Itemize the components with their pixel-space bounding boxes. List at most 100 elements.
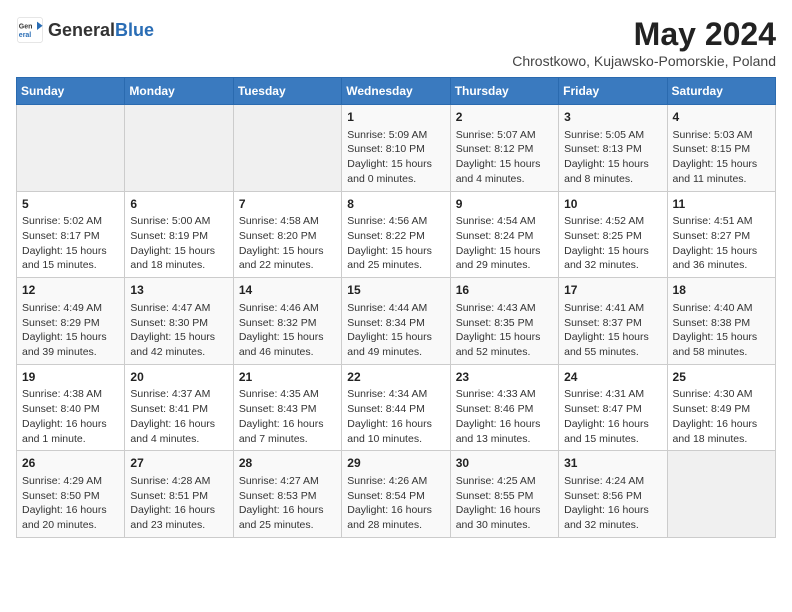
calendar-cell: 10Sunrise: 4:52 AM Sunset: 8:25 PM Dayli… xyxy=(559,191,667,278)
day-number: 8 xyxy=(347,196,444,213)
calendar-cell: 9Sunrise: 4:54 AM Sunset: 8:24 PM Daylig… xyxy=(450,191,558,278)
day-info: Sunrise: 4:35 AM Sunset: 8:43 PM Dayligh… xyxy=(239,387,336,446)
calendar-cell: 8Sunrise: 4:56 AM Sunset: 8:22 PM Daylig… xyxy=(342,191,450,278)
day-number: 2 xyxy=(456,109,553,126)
calendar-cell: 26 Sunrise: 4:29 AM Sunset: 8:50 PM Dayli… xyxy=(17,451,125,538)
calendar-cell: 16 Sunrise: 4:43 AM Sunset: 8:35 PM Dayli… xyxy=(450,278,558,365)
day-header-thursday: Thursday xyxy=(450,78,558,105)
svg-text:Gen: Gen xyxy=(19,24,33,31)
calendar-cell: 13 Sunrise: 4:47 AM Sunset: 8:30 PM Dayli… xyxy=(125,278,233,365)
week-row-3: 12Sunrise: 4:49 AM Sunset: 8:29 PM Dayli… xyxy=(17,278,776,365)
calendar-cell: 15 Sunrise: 4:44 AM Sunset: 8:34 PM Dayli… xyxy=(342,278,450,365)
day-info: Sunrise: 5:00 AM Sunset: 8:19 PM Dayligh… xyxy=(130,214,227,273)
day-number: 29 xyxy=(347,455,444,472)
day-number: 17 xyxy=(564,282,661,299)
calendar-cell: 6Sunrise: 5:00 AM Sunset: 8:19 PM Daylig… xyxy=(125,191,233,278)
day-info: Sunrise: 4:30 AM Sunset: 8:49 PM Dayligh… xyxy=(673,387,770,446)
day-number: 18 xyxy=(673,282,770,299)
week-row-5: 26 Sunrise: 4:29 AM Sunset: 8:50 PM Dayli… xyxy=(17,451,776,538)
day-header-wednesday: Wednesday xyxy=(342,78,450,105)
logo-blue: Blue xyxy=(115,20,154,40)
day-number: 9 xyxy=(456,196,553,213)
day-info: Sunrise: 4:29 AM Sunset: 8:50 PM Dayligh… xyxy=(22,474,119,533)
day-info: Sunrise: 5:02 AM Sunset: 8:17 PM Dayligh… xyxy=(22,214,119,273)
day-info: Sunrise: 4:24 AM Sunset: 8:56 PM Dayligh… xyxy=(564,474,661,533)
calendar-cell: 22Sunrise: 4:34 AM Sunset: 8:44 PM Dayli… xyxy=(342,364,450,451)
week-row-1: 1 Sunrise: 5:09 AM Sunset: 8:10 PM Daylig… xyxy=(17,105,776,192)
day-info: Sunrise: 4:33 AM Sunset: 8:46 PM Dayligh… xyxy=(456,387,553,446)
day-number: 1 xyxy=(347,109,444,126)
logo: Gen eral GeneralBlue xyxy=(16,16,154,44)
svg-text:eral: eral xyxy=(19,32,32,39)
day-info: Sunrise: 4:54 AM Sunset: 8:24 PM Dayligh… xyxy=(456,214,553,273)
calendar-table: SundayMondayTuesdayWednesdayThursdayFrid… xyxy=(16,77,776,538)
day-number: 25 xyxy=(673,369,770,386)
day-number: 20 xyxy=(130,369,227,386)
day-header-saturday: Saturday xyxy=(667,78,775,105)
calendar-cell: 18 Sunrise: 4:40 AM Sunset: 8:38 PM Dayli… xyxy=(667,278,775,365)
day-info: Sunrise: 4:47 AM Sunset: 8:30 PM Dayligh… xyxy=(130,301,227,360)
day-info: Sunrise: 4:43 AM Sunset: 8:35 PM Dayligh… xyxy=(456,301,553,360)
day-number: 12 xyxy=(22,282,119,299)
title-block: May 2024 Chrostkowo, Kujawsko-Pomorskie,… xyxy=(512,16,776,69)
day-number: 27 xyxy=(130,455,227,472)
calendar-cell: 28Sunrise: 4:27 AM Sunset: 8:53 PM Dayli… xyxy=(233,451,341,538)
day-number: 3 xyxy=(564,109,661,126)
day-number: 22 xyxy=(347,369,444,386)
day-info: Sunrise: 4:28 AM Sunset: 8:51 PM Dayligh… xyxy=(130,474,227,533)
calendar-cell: 27 Sunrise: 4:28 AM Sunset: 8:51 PM Dayli… xyxy=(125,451,233,538)
calendar-cell: 11Sunrise: 4:51 AM Sunset: 8:27 PM Dayli… xyxy=(667,191,775,278)
day-info: Sunrise: 4:31 AM Sunset: 8:47 PM Dayligh… xyxy=(564,387,661,446)
calendar-cell: 2Sunrise: 5:07 AM Sunset: 8:12 PM Daylig… xyxy=(450,105,558,192)
calendar-cell: 25Sunrise: 4:30 AM Sunset: 8:49 PM Dayli… xyxy=(667,364,775,451)
calendar-cell: 24Sunrise: 4:31 AM Sunset: 8:47 PM Dayli… xyxy=(559,364,667,451)
calendar-cell: 29 Sunrise: 4:26 AM Sunset: 8:54 PM Dayli… xyxy=(342,451,450,538)
day-info: Sunrise: 5:05 AM Sunset: 8:13 PM Dayligh… xyxy=(564,128,661,187)
calendar-cell: 1 Sunrise: 5:09 AM Sunset: 8:10 PM Daylig… xyxy=(342,105,450,192)
day-info: Sunrise: 4:58 AM Sunset: 8:20 PM Dayligh… xyxy=(239,214,336,273)
week-row-4: 19Sunrise: 4:38 AM Sunset: 8:40 PM Dayli… xyxy=(17,364,776,451)
month-title: May 2024 xyxy=(512,16,776,53)
day-info: Sunrise: 5:09 AM Sunset: 8:10 PM Dayligh… xyxy=(347,128,444,187)
day-number: 4 xyxy=(673,109,770,126)
day-info: Sunrise: 4:25 AM Sunset: 8:55 PM Dayligh… xyxy=(456,474,553,533)
day-header-friday: Friday xyxy=(559,78,667,105)
location-title: Chrostkowo, Kujawsko-Pomorskie, Poland xyxy=(512,53,776,69)
calendar-cell: 17Sunrise: 4:41 AM Sunset: 8:37 PM Dayli… xyxy=(559,278,667,365)
day-number: 24 xyxy=(564,369,661,386)
day-header-sunday: Sunday xyxy=(17,78,125,105)
day-number: 11 xyxy=(673,196,770,213)
day-number: 14 xyxy=(239,282,336,299)
day-info: Sunrise: 4:40 AM Sunset: 8:38 PM Dayligh… xyxy=(673,301,770,360)
calendar-cell: 5Sunrise: 5:02 AM Sunset: 8:17 PM Daylig… xyxy=(17,191,125,278)
calendar-cell: 14Sunrise: 4:46 AM Sunset: 8:32 PM Dayli… xyxy=(233,278,341,365)
calendar-cell: 23Sunrise: 4:33 AM Sunset: 8:46 PM Dayli… xyxy=(450,364,558,451)
day-number: 13 xyxy=(130,282,227,299)
day-info: Sunrise: 4:26 AM Sunset: 8:54 PM Dayligh… xyxy=(347,474,444,533)
day-info: Sunrise: 4:34 AM Sunset: 8:44 PM Dayligh… xyxy=(347,387,444,446)
day-number: 16 xyxy=(456,282,553,299)
day-number: 7 xyxy=(239,196,336,213)
day-info: Sunrise: 4:51 AM Sunset: 8:27 PM Dayligh… xyxy=(673,214,770,273)
day-info: Sunrise: 4:52 AM Sunset: 8:25 PM Dayligh… xyxy=(564,214,661,273)
calendar-cell: 19Sunrise: 4:38 AM Sunset: 8:40 PM Dayli… xyxy=(17,364,125,451)
calendar-cell: 7Sunrise: 4:58 AM Sunset: 8:20 PM Daylig… xyxy=(233,191,341,278)
day-info: Sunrise: 4:44 AM Sunset: 8:34 PM Dayligh… xyxy=(347,301,444,360)
day-number: 15 xyxy=(347,282,444,299)
day-number: 28 xyxy=(239,455,336,472)
calendar-cell: 4Sunrise: 5:03 AM Sunset: 8:15 PM Daylig… xyxy=(667,105,775,192)
day-info: Sunrise: 4:38 AM Sunset: 8:40 PM Dayligh… xyxy=(22,387,119,446)
calendar-cell: 30 Sunrise: 4:25 AM Sunset: 8:55 PM Dayli… xyxy=(450,451,558,538)
page-header: Gen eral GeneralBlue May 2024 Chrostkowo… xyxy=(16,16,776,69)
day-info: Sunrise: 4:56 AM Sunset: 8:22 PM Dayligh… xyxy=(347,214,444,273)
day-number: 5 xyxy=(22,196,119,213)
week-row-2: 5Sunrise: 5:02 AM Sunset: 8:17 PM Daylig… xyxy=(17,191,776,278)
day-number: 21 xyxy=(239,369,336,386)
calendar-cell: 31Sunrise: 4:24 AM Sunset: 8:56 PM Dayli… xyxy=(559,451,667,538)
calendar-cell: 21Sunrise: 4:35 AM Sunset: 8:43 PM Dayli… xyxy=(233,364,341,451)
day-number: 19 xyxy=(22,369,119,386)
day-header-tuesday: Tuesday xyxy=(233,78,341,105)
day-number: 30 xyxy=(456,455,553,472)
day-number: 26 xyxy=(22,455,119,472)
calendar-cell xyxy=(233,105,341,192)
